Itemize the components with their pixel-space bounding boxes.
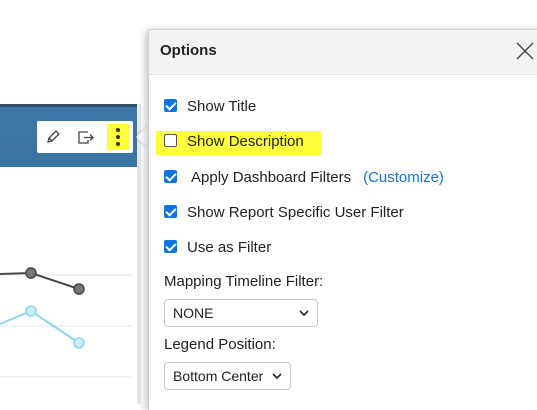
- legend-position-select[interactable]: Bottom Center: [164, 362, 291, 390]
- dialog-title: Options: [160, 42, 217, 59]
- widget-toolbar: [37, 121, 133, 153]
- option-use-as-filter[interactable]: Use as Filter: [164, 238, 271, 258]
- use-as-filter-checkbox[interactable]: [164, 239, 177, 253]
- mapping-timeline-label: Mapping Timeline Filter:: [164, 273, 324, 290]
- option-label: Use as Filter: [187, 239, 272, 256]
- show-title-checkbox[interactable]: [164, 98, 177, 112]
- legend-position-label: Legend Position:: [164, 336, 276, 353]
- series-light-point: [25, 305, 37, 317]
- report-user-filter-checkbox[interactable]: [164, 204, 177, 218]
- apply-dashboard-filters-checkbox[interactable]: [164, 169, 177, 183]
- option-show-title[interactable]: Show Title: [164, 97, 256, 117]
- series-dark-point: [73, 283, 85, 295]
- option-label: Show Report Specific User Filter: [187, 204, 404, 221]
- option-show-description[interactable]: Show Description: [164, 132, 304, 152]
- series-light-line: [0, 309, 80, 344]
- option-label: Show Description: [187, 133, 304, 150]
- line-chart-fragment: [0, 230, 137, 404]
- series-light-point: [73, 337, 85, 349]
- series-dark-point: [25, 267, 37, 279]
- dialog-header: Options: [149, 30, 537, 75]
- pencil-icon[interactable]: [43, 127, 63, 147]
- option-report-user-filter[interactable]: Show Report Specific User Filter: [164, 203, 404, 223]
- widget-edge: [137, 104, 141, 404]
- select-value: Bottom Center: [173, 368, 264, 384]
- select-value: NONE: [173, 305, 214, 321]
- option-label: Show Title: [187, 98, 257, 115]
- chevron-down-icon: [299, 310, 309, 317]
- option-label: Apply Dashboard Filters: [191, 169, 352, 186]
- show-description-checkbox[interactable]: [164, 133, 177, 147]
- close-icon[interactable]: [514, 40, 536, 62]
- export-icon[interactable]: [75, 127, 95, 147]
- option-apply-dashboard-filters[interactable]: Apply Dashboard Filters (Customize): [164, 168, 444, 188]
- more-vertical-icon[interactable]: [107, 124, 129, 150]
- customize-link[interactable]: (Customize): [363, 169, 444, 186]
- dialog-pointer-arrow: [136, 126, 148, 148]
- chevron-down-icon: [272, 373, 282, 380]
- mapping-timeline-select[interactable]: NONE: [164, 299, 318, 327]
